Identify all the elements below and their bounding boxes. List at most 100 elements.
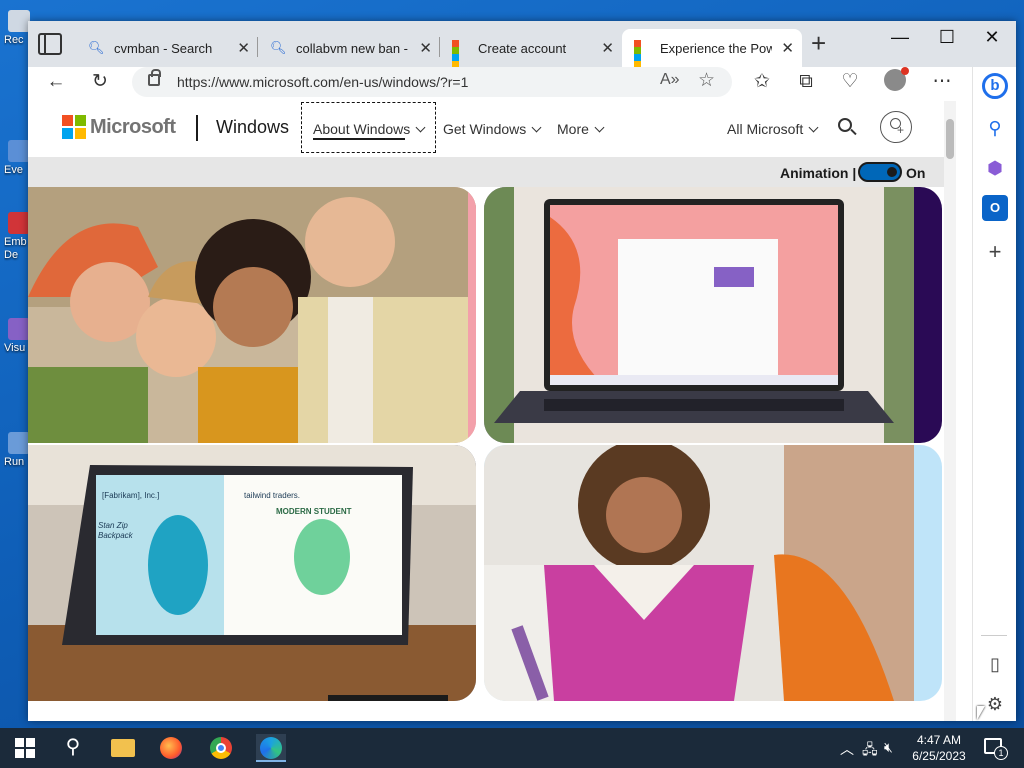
close-tab-icon[interactable]: ✕ bbox=[419, 39, 432, 57]
system-clock[interactable]: 4:47 AM 6/25/2023 bbox=[904, 732, 974, 764]
desktop-icon-recycle-bin[interactable]: Rec bbox=[4, 10, 30, 46]
microsoft-logo-icon bbox=[452, 40, 468, 67]
scrollbar-thumb[interactable] bbox=[946, 119, 954, 159]
settings-more-icon[interactable]: ⋯ bbox=[928, 69, 956, 95]
tools-icon[interactable]: ⬢ bbox=[982, 155, 1008, 181]
close-tab-icon[interactable]: ✕ bbox=[601, 39, 614, 57]
taskbar-search-icon[interactable]: ⚲ bbox=[58, 734, 88, 762]
hide-sidebar-icon[interactable]: ▯ bbox=[982, 651, 1008, 677]
visual-studio-icon bbox=[8, 318, 30, 340]
tab-actions-icon[interactable] bbox=[38, 33, 62, 55]
notification-count-badge: 1 bbox=[994, 746, 1008, 760]
collections-icon[interactable]: ⧉ bbox=[792, 69, 820, 95]
event-viewer-icon bbox=[8, 140, 30, 162]
tab-strip: 🔍︎ cvmban - Search ✕ 🔍︎ collabvm new ban… bbox=[28, 21, 1016, 67]
animation-label: Animation | bbox=[780, 165, 857, 181]
close-window-button[interactable]: ✕ bbox=[970, 27, 1014, 48]
desktop-icon-embedded[interactable]: Emb De bbox=[4, 212, 30, 262]
mouse-cursor bbox=[977, 706, 985, 720]
recycle-bin-icon bbox=[8, 10, 30, 32]
edge-icon[interactable] bbox=[256, 734, 286, 762]
maximize-button[interactable]: ☐ bbox=[925, 27, 969, 48]
firefox-icon[interactable] bbox=[156, 734, 186, 762]
edge-sidebar: b ⚲ ⬢ O + ▯ ⚙ bbox=[972, 67, 1016, 721]
show-hidden-icons-icon[interactable]: ︿ bbox=[840, 739, 854, 759]
gallery-people-laughing bbox=[28, 187, 476, 443]
chrome-icon[interactable] bbox=[206, 734, 236, 762]
browser-window: 🔍︎ cvmban - Search ✕ 🔍︎ collabvm new ban… bbox=[28, 21, 1016, 721]
close-tab-icon[interactable]: ✕ bbox=[237, 39, 250, 57]
chevron-down-icon bbox=[531, 122, 542, 133]
laptop-photo bbox=[484, 187, 914, 443]
tablet-photo bbox=[28, 445, 476, 701]
profile-avatar[interactable] bbox=[884, 67, 909, 91]
read-aloud-icon[interactable]: A» bbox=[660, 71, 680, 89]
woman-photo bbox=[484, 445, 914, 701]
tab-experience-windows[interactable]: Experience the Power ✕ bbox=[622, 29, 802, 67]
nav-get-windows[interactable]: Get Windows bbox=[443, 121, 542, 137]
tablet-product-left: Stan Zip Backpack bbox=[98, 521, 133, 540]
file-explorer-icon[interactable] bbox=[108, 734, 138, 762]
network-icon[interactable]: 🖧︎ bbox=[862, 739, 878, 763]
clock-time: 4:47 AM bbox=[916, 733, 962, 747]
tablet-store-right: tailwind traders. bbox=[244, 491, 301, 500]
header-divider bbox=[196, 115, 198, 141]
volume-icon[interactable]: 🔇︎ bbox=[884, 739, 893, 756]
gallery-tablet-shopping: [Fabrikam], Inc.] Stan Zip Backpack tail… bbox=[28, 445, 476, 701]
tablet-store-left: [Fabrikam], Inc.] bbox=[102, 491, 160, 500]
tab-create-account[interactable]: Create account ✕ bbox=[440, 29, 622, 67]
run-icon bbox=[8, 432, 30, 454]
address-bar[interactable]: https://www.microsoft.com/en-us/windows/… bbox=[132, 67, 732, 97]
start-button[interactable] bbox=[10, 734, 40, 762]
desktop-icon-visual[interactable]: Visu bbox=[4, 318, 30, 354]
web-page: Microsoft Windows About Windows Get Wind… bbox=[28, 101, 956, 721]
sidebar-settings-icon[interactable]: ⚙ bbox=[982, 691, 1008, 717]
address-url[interactable]: https://www.microsoft.com/en-us/windows/… bbox=[177, 74, 468, 90]
animation-control-bar: Animation | On bbox=[28, 157, 956, 187]
gallery-windows-laptop bbox=[484, 187, 942, 443]
microsoft-header: Microsoft Windows About Windows Get Wind… bbox=[28, 101, 956, 157]
desktop-icon-run[interactable]: Run bbox=[4, 432, 30, 468]
browser-essentials-icon[interactable]: ♡ bbox=[836, 69, 864, 95]
outlook-icon[interactable]: O bbox=[982, 195, 1008, 221]
favorites-icon[interactable]: ✩ bbox=[748, 69, 776, 95]
tab-cvmban-search[interactable]: 🔍︎ cvmban - Search ✕ bbox=[76, 29, 258, 67]
windows-product-link[interactable]: Windows bbox=[216, 117, 289, 138]
tab-collabvm-search[interactable]: 🔍︎ collabvm new ban - Se ✕ bbox=[258, 29, 440, 67]
windows-logo-icon bbox=[15, 738, 35, 758]
microsoft-logo-icon[interactable] bbox=[62, 115, 86, 139]
new-tab-button[interactable]: + bbox=[811, 30, 826, 56]
chevron-down-icon bbox=[594, 122, 605, 133]
tablet-product-right: MODERN STUDENT bbox=[276, 507, 352, 516]
search-icon[interactable] bbox=[838, 118, 852, 132]
sign-in-icon[interactable] bbox=[880, 111, 912, 143]
taskbar: ⚲ ︿ 🖧︎ 🔇︎ 4:47 AM 6/25/2023 1 bbox=[0, 728, 1024, 768]
search-icon[interactable]: ⚲ bbox=[982, 115, 1008, 141]
add-icon[interactable]: + bbox=[982, 239, 1008, 265]
hero-gallery: [Fabrikam], Inc.] Stan Zip Backpack tail… bbox=[28, 187, 956, 701]
nav-about-windows[interactable]: About Windows bbox=[313, 121, 426, 137]
nav-more[interactable]: More bbox=[557, 121, 605, 137]
chevron-down-icon bbox=[415, 122, 426, 133]
animation-toggle[interactable] bbox=[858, 162, 902, 182]
page-scrollbar[interactable] bbox=[944, 101, 956, 721]
bing-chat-icon[interactable]: b bbox=[982, 73, 1008, 99]
microsoft-brand[interactable]: Microsoft bbox=[90, 116, 176, 139]
gallery-woman-smiling bbox=[484, 445, 942, 701]
refresh-icon[interactable]: ↻ bbox=[86, 69, 114, 95]
chevron-down-icon bbox=[808, 122, 819, 133]
nav-active-underline bbox=[313, 138, 405, 140]
back-icon[interactable]: ← bbox=[42, 69, 70, 95]
search-icon: 🔍︎ bbox=[270, 40, 287, 55]
minimize-button[interactable]: — bbox=[878, 27, 922, 48]
clock-date: 6/25/2023 bbox=[912, 749, 966, 763]
browser-toolbar: ← ↻ https://www.microsoft.com/en-us/wind… bbox=[28, 67, 1016, 99]
nav-all-microsoft[interactable]: All Microsoft bbox=[727, 121, 819, 137]
search-icon: 🔍︎ bbox=[88, 40, 105, 55]
favorite-star-icon[interactable]: ☆ bbox=[698, 69, 715, 92]
notification-center-icon[interactable]: 1 bbox=[984, 738, 1008, 760]
close-tab-icon[interactable]: ✕ bbox=[781, 39, 794, 57]
lock-icon[interactable] bbox=[148, 69, 161, 86]
microsoft-logo-icon bbox=[634, 40, 650, 67]
desktop-icon-event[interactable]: Eve bbox=[4, 140, 30, 176]
